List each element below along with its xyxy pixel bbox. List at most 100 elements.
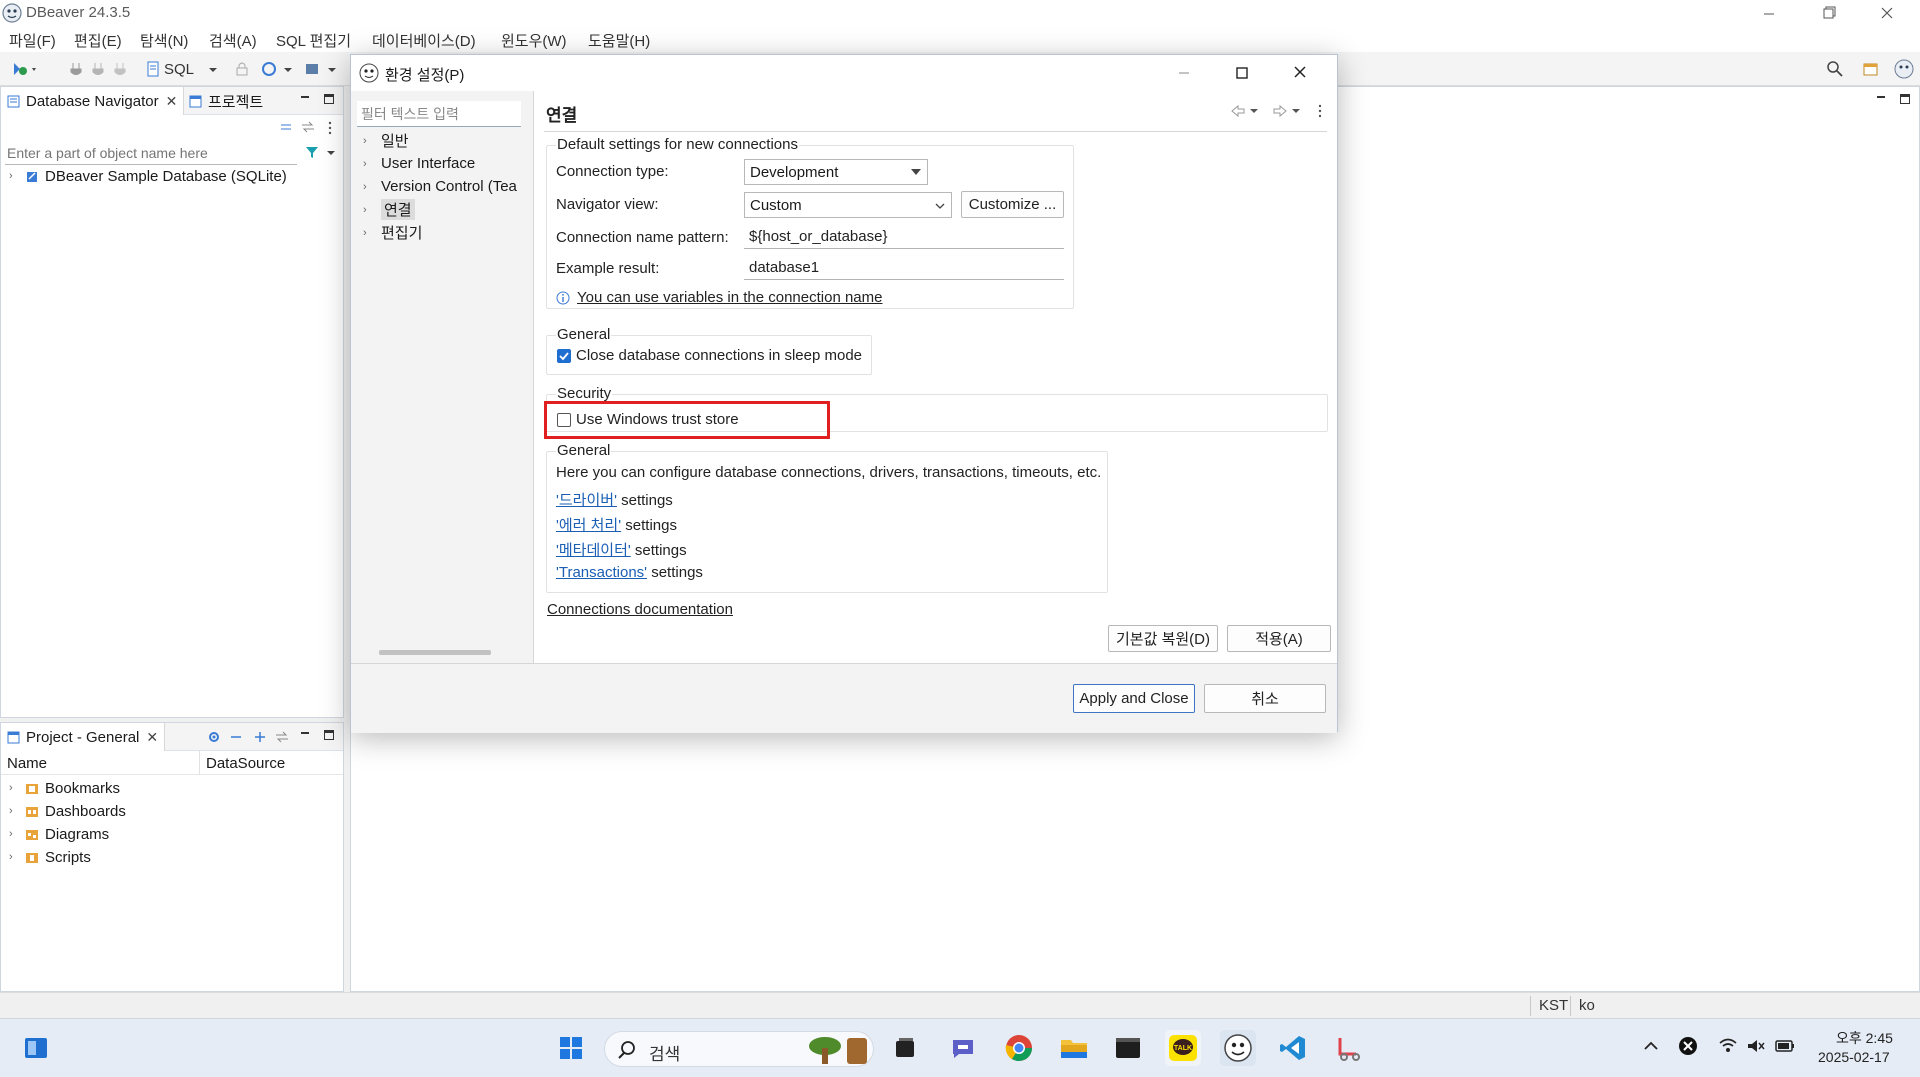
menu-database[interactable]: 데이터베이스(D) [372,30,476,51]
tree-node-dashboards[interactable]: › Dashboards [9,800,126,822]
expand-chevron-icon[interactable]: › [9,852,19,863]
connections-documentation-link[interactable]: Connections documentation [547,601,733,618]
tab-database-navigator[interactable]: Database Navigator ✕ [1,87,185,115]
tree-node-sample-database[interactable]: › DBeaver Sample Database (SQLite) [9,165,287,187]
expand-chevron-icon[interactable]: › [9,806,19,817]
minimize-pane-icon[interactable] [299,93,311,105]
expand-chevron-icon[interactable]: › [9,171,19,182]
disconnect-icon[interactable] [90,59,106,79]
close-sleep-label[interactable]: Close database connections in sleep mode [576,347,862,364]
battery-icon[interactable] [1774,1037,1796,1055]
name-pattern-input[interactable]: ${host_or_database} [744,224,1064,249]
apply-button[interactable]: 적용(A) [1227,625,1331,652]
maximize-pane-icon[interactable] [323,729,335,741]
expand-chevron-icon[interactable]: › [363,227,373,238]
dialog-maximize-button[interactable] [1229,63,1255,83]
disconnect-all-icon[interactable] [112,59,128,79]
column-header-name[interactable]: Name [7,755,47,772]
scrollbar-thumb[interactable] [379,650,491,655]
menu-navigate[interactable]: 탐색(N) [140,30,188,51]
restore-defaults-button[interactable]: 기본값 복원(D) [1108,625,1218,652]
restore-window-button[interactable] [1814,2,1844,24]
close-tab-icon[interactable]: ✕ [146,729,158,746]
collapse-icon[interactable] [229,730,243,744]
variables-help-link[interactable]: You can use variables in the connection … [577,289,883,306]
transaction-mode-button[interactable] [260,59,294,79]
dialog-close-button[interactable] [1287,63,1313,83]
taskbar-search-box[interactable]: 검색 [604,1031,874,1067]
connection-type-select[interactable]: Development [744,159,928,185]
wifi-icon[interactable] [1718,1037,1738,1055]
apply-and-close-button[interactable]: Apply and Close [1073,684,1195,713]
expand-chevron-icon[interactable]: › [363,158,373,169]
link-editor-icon[interactable] [301,121,315,133]
customize-button[interactable]: Customize ... [961,191,1064,218]
transactions-settings-link[interactable]: 'Transactions' [556,564,647,581]
menu-help[interactable]: 도움말(H) [588,30,650,51]
column-header-datasource[interactable]: DataSource [206,755,285,772]
pref-nav-general[interactable]: › 일반 [363,129,409,152]
minimize-window-button[interactable] [1754,2,1784,24]
expand-icon[interactable] [253,730,267,744]
search-icon[interactable] [1826,59,1844,79]
expand-chevron-icon[interactable]: › [363,204,373,215]
menu-window[interactable]: 윈도우(W) [501,30,567,51]
task-view-icon[interactable] [887,1030,923,1066]
dbeaver-taskbar-icon[interactable] [1220,1030,1256,1066]
tree-node-scripts[interactable]: › Scripts [9,846,91,868]
expand-chevron-icon[interactable]: › [363,181,373,192]
dialog-minimize-button[interactable] [1171,63,1197,83]
minimize-editor-icon[interactable] [1875,93,1887,105]
clock-date[interactable]: 2025-02-17 [1818,1049,1890,1065]
menu-edit[interactable]: 편집(E) [74,30,122,51]
kakaotalk-icon[interactable]: TALK [1165,1030,1201,1066]
link-icon[interactable] [275,730,289,744]
pref-nav-user-interface[interactable]: › User Interface [363,152,475,175]
volume-muted-icon[interactable] [1746,1037,1766,1055]
lock-icon[interactable] [234,59,250,79]
start-menu-icon[interactable] [553,1030,589,1066]
menu-file[interactable]: 파일(F) [9,30,56,51]
file-explorer-icon[interactable] [1056,1030,1092,1066]
tab-projects[interactable]: 프로젝트 [183,87,269,115]
maximize-editor-icon[interactable] [1899,93,1911,105]
chrome-icon[interactable] [1001,1030,1037,1066]
forward-arrow-icon[interactable] [1272,103,1306,119]
filter-icon[interactable] [305,145,339,161]
tree-node-bookmarks[interactable]: › Bookmarks [9,777,120,799]
pref-nav-connections[interactable]: › 연결 [363,198,415,221]
expand-chevron-icon[interactable]: › [363,135,373,146]
settings-gear-icon[interactable] [207,730,221,744]
metadata-settings-link[interactable]: '메타데이터' [556,542,631,559]
menu-sql-editor[interactable]: SQL 편집기 [276,30,351,51]
tree-node-diagrams[interactable]: › Diagrams [9,823,109,845]
windows-trust-store-label[interactable]: Use Windows trust store [576,411,739,428]
tray-app-icon[interactable] [1678,1036,1698,1056]
new-connection-button[interactable] [10,59,40,79]
expand-chevron-icon[interactable]: › [9,783,19,794]
preferences-filter-input[interactable] [357,101,521,127]
tab-project-general[interactable]: Project - General ✕ [1,723,166,751]
commit-button[interactable] [304,59,338,79]
minimize-pane-icon[interactable] [299,729,311,741]
drivers-settings-link[interactable]: '드라이버' [556,492,617,509]
open-perspective-icon[interactable] [1862,59,1880,79]
collapse-all-icon[interactable] [279,121,293,133]
windows-trust-store-checkbox[interactable] [557,413,571,427]
widgets-icon[interactable] [18,1030,54,1066]
cancel-button[interactable]: 취소 [1204,684,1326,713]
teams-chat-icon[interactable] [945,1030,981,1066]
nav-horizontal-scrollbar[interactable] [357,645,523,659]
navigator-view-select[interactable]: Custom [744,192,952,218]
menu-search[interactable]: 검색(A) [209,30,257,51]
dbeaver-perspective-icon[interactable] [1894,59,1914,79]
error-handling-settings-link[interactable]: '에러 처리' [556,517,621,534]
vscode-icon[interactable] [1275,1030,1311,1066]
expand-chevron-icon[interactable]: › [9,829,19,840]
show-hidden-icons-chevron-icon[interactable] [1642,1037,1660,1055]
clock-time[interactable]: 오후 2:45 [1836,1028,1893,1048]
sql-editor-button[interactable]: SQL [145,59,219,79]
connect-icon[interactable] [68,59,84,79]
close-window-button[interactable] [1872,2,1902,24]
terminal-icon[interactable] [1110,1030,1146,1066]
